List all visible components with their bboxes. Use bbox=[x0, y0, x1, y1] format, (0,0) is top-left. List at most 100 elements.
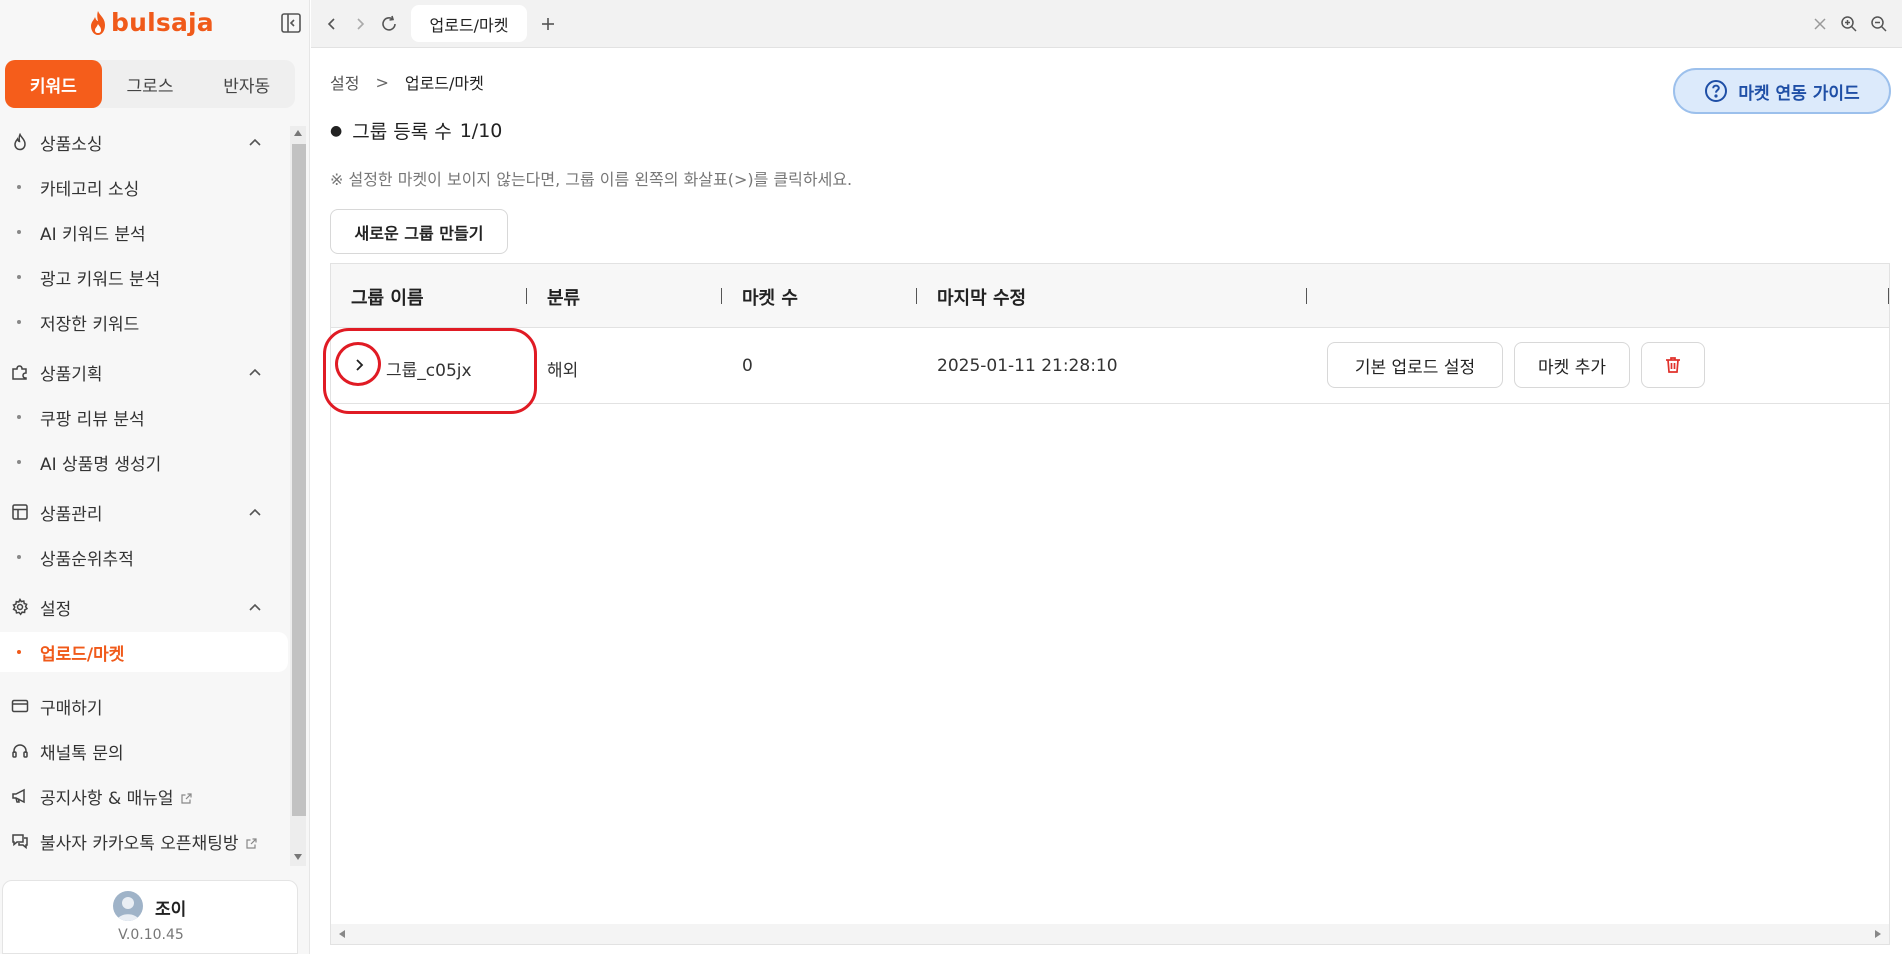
sidebar-link-channel-talk[interactable]: 채널톡 문의 bbox=[0, 731, 290, 771]
chevron-up-icon[interactable] bbox=[248, 600, 262, 614]
breadcrumb-parent[interactable]: 설정 bbox=[330, 70, 359, 94]
sidebar-item-label: 쿠팡 리뷰 분석 bbox=[40, 409, 145, 430]
refresh-icon[interactable] bbox=[379, 14, 399, 34]
close-icon[interactable] bbox=[1810, 14, 1830, 34]
tab-keyword[interactable]: 키워드 bbox=[5, 60, 102, 108]
tab-growth[interactable]: 그로스 bbox=[102, 60, 199, 108]
bullet-icon bbox=[17, 320, 21, 324]
sidebar-item-label: 업로드/마켓 bbox=[40, 644, 125, 665]
sidebar-link-purchase[interactable]: 구매하기 bbox=[0, 686, 290, 726]
sidebar-collapse-icon[interactable] bbox=[279, 11, 303, 35]
table-row: 그룹_c05jx 해외 0 2025-01-11 21:28:10 기본 업로드… bbox=[323, 328, 1889, 414]
logo-row: bulsaja bbox=[0, 0, 310, 48]
forward-arrow-icon[interactable] bbox=[350, 14, 370, 34]
chevron-right-icon[interactable] bbox=[349, 355, 369, 375]
app-logo[interactable]: bulsaja bbox=[88, 8, 214, 37]
bullet-icon bbox=[17, 650, 21, 654]
sidebar-item-upload-market[interactable]: 업로드/마켓 bbox=[0, 632, 288, 672]
flame-logo-icon bbox=[91, 10, 105, 35]
bullet-icon: ● bbox=[330, 122, 343, 139]
sidebar-item-label: 광고 키워드 분석 bbox=[40, 269, 161, 290]
user-name: 조이 bbox=[155, 900, 187, 920]
section-label: 상품소싱 bbox=[40, 134, 103, 155]
browser-toolbar: 업로드/마켓 bbox=[311, 0, 1902, 48]
tab-semi-auto[interactable]: 반자동 bbox=[198, 60, 295, 108]
app-version: V.0.10.45 bbox=[118, 927, 184, 943]
column-header-market-count[interactable]: 마켓 수 bbox=[742, 284, 798, 310]
section-product-sourcing[interactable]: 상품소싱 bbox=[0, 122, 290, 162]
sidebar: bulsaja 키워드 그로스 반자동 상품소싱 카테고리 소싱 AI 키워드 … bbox=[0, 0, 310, 954]
sidebar-item-rank-tracking[interactable]: 상품순위추적 bbox=[0, 537, 288, 577]
column-divider[interactable] bbox=[1888, 288, 1889, 304]
sidebar-item-category-sourcing[interactable]: 카테고리 소싱 bbox=[0, 167, 288, 207]
sidebar-item-label: AI 상품명 생성기 bbox=[40, 454, 162, 475]
sidebar-item-ad-keyword[interactable]: 광고 키워드 분석 bbox=[0, 257, 288, 297]
table-horizontal-scrollbar[interactable] bbox=[331, 924, 1889, 944]
bullet-icon bbox=[17, 460, 21, 464]
column-divider[interactable] bbox=[526, 288, 527, 304]
flame-icon bbox=[14, 133, 26, 151]
sidebar-item-ai-product-name[interactable]: AI 상품명 생성기 bbox=[0, 442, 288, 482]
gear-icon bbox=[12, 598, 29, 616]
new-group-button[interactable]: 새로운 그룹 만들기 bbox=[330, 209, 508, 254]
add-market-button[interactable]: 마켓 추가 bbox=[1514, 342, 1630, 388]
sidebar-link-kakao-openchat[interactable]: 불사자 카카오톡 오픈채팅방 bbox=[0, 821, 290, 861]
puzzle-icon bbox=[12, 365, 27, 380]
tab-upload-market[interactable]: 업로드/마켓 bbox=[411, 5, 527, 42]
scroll-down-arrow-icon[interactable] bbox=[294, 854, 302, 860]
bullet-icon bbox=[17, 185, 21, 189]
chevron-up-icon[interactable] bbox=[248, 505, 262, 519]
user-card[interactable]: 조이 V.0.10.45 bbox=[2, 880, 298, 954]
breadcrumb: 설정 > 업로드/마켓 bbox=[330, 70, 484, 94]
sidebar-item-saved-keyword[interactable]: 저장한 키워드 bbox=[0, 302, 288, 342]
section-label: 상품기획 bbox=[40, 364, 103, 385]
category-cell: 해외 bbox=[547, 361, 579, 381]
column-header-category[interactable]: 분류 bbox=[547, 284, 580, 310]
group-count-label: 그룹 등록 수 bbox=[352, 121, 452, 143]
scroll-right-arrow-icon[interactable] bbox=[1875, 930, 1881, 938]
table-header: 그룹 이름 분류 마켓 수 마지막 수정 bbox=[331, 264, 1889, 328]
sidebar-scrollbar[interactable] bbox=[290, 126, 306, 866]
link-label: 채널톡 문의 bbox=[40, 743, 124, 764]
trash-icon bbox=[1666, 357, 1680, 373]
chevron-up-icon[interactable] bbox=[248, 365, 262, 379]
breadcrumb-separator: > bbox=[375, 72, 389, 92]
column-divider[interactable] bbox=[916, 288, 917, 304]
group-count-value: 1/10 bbox=[459, 119, 503, 142]
sidebar-item-ai-keyword[interactable]: AI 키워드 분석 bbox=[0, 212, 288, 252]
column-divider[interactable] bbox=[721, 288, 722, 304]
sidebar-link-notice-manual[interactable]: 공지사항 & 매뉴얼 bbox=[0, 776, 290, 816]
scroll-up-arrow-icon[interactable] bbox=[294, 130, 302, 136]
group-count: ● 그룹 등록 수 1/10 bbox=[330, 117, 502, 144]
delete-button[interactable] bbox=[1641, 342, 1705, 388]
layout-icon bbox=[12, 504, 28, 520]
section-label: 설정 bbox=[40, 599, 72, 620]
sidebar-item-coupang-review[interactable]: 쿠팡 리뷰 분석 bbox=[0, 397, 288, 437]
scroll-left-arrow-icon[interactable] bbox=[339, 930, 345, 938]
section-settings[interactable]: 설정 bbox=[0, 587, 290, 627]
bullet-icon bbox=[17, 555, 21, 559]
new-tab-plus-icon[interactable] bbox=[538, 14, 558, 34]
zoom-in-icon[interactable] bbox=[1839, 14, 1859, 34]
zoom-out-icon[interactable] bbox=[1869, 14, 1889, 34]
market-guide-button[interactable]: 마켓 연동 가이드 bbox=[1673, 68, 1891, 114]
chevron-up-icon[interactable] bbox=[248, 135, 262, 149]
back-arrow-icon[interactable] bbox=[322, 14, 342, 34]
user-avatar-icon bbox=[117, 897, 139, 921]
breadcrumb-current: 업로드/마켓 bbox=[404, 74, 484, 93]
sidebar-item-label: 상품순위추적 bbox=[40, 549, 134, 570]
help-circle-icon bbox=[1705, 80, 1728, 102]
mode-tabs: 키워드 그로스 반자동 bbox=[5, 60, 295, 108]
column-header-last-modified[interactable]: 마지막 수정 bbox=[937, 284, 1026, 310]
headset-icon bbox=[12, 744, 28, 758]
column-divider[interactable] bbox=[1306, 288, 1307, 304]
external-link-icon bbox=[245, 838, 257, 849]
default-upload-settings-button[interactable]: 기본 업로드 설정 bbox=[1327, 342, 1503, 388]
section-product-planning[interactable]: 상품기획 bbox=[0, 352, 290, 392]
column-header-group-name[interactable]: 그룹 이름 bbox=[351, 284, 424, 310]
card-icon bbox=[11, 699, 29, 713]
scroll-thumb[interactable] bbox=[292, 144, 306, 816]
section-product-management[interactable]: 상품관리 bbox=[0, 492, 290, 532]
bullet-icon bbox=[17, 275, 21, 279]
bullet-icon bbox=[17, 415, 21, 419]
